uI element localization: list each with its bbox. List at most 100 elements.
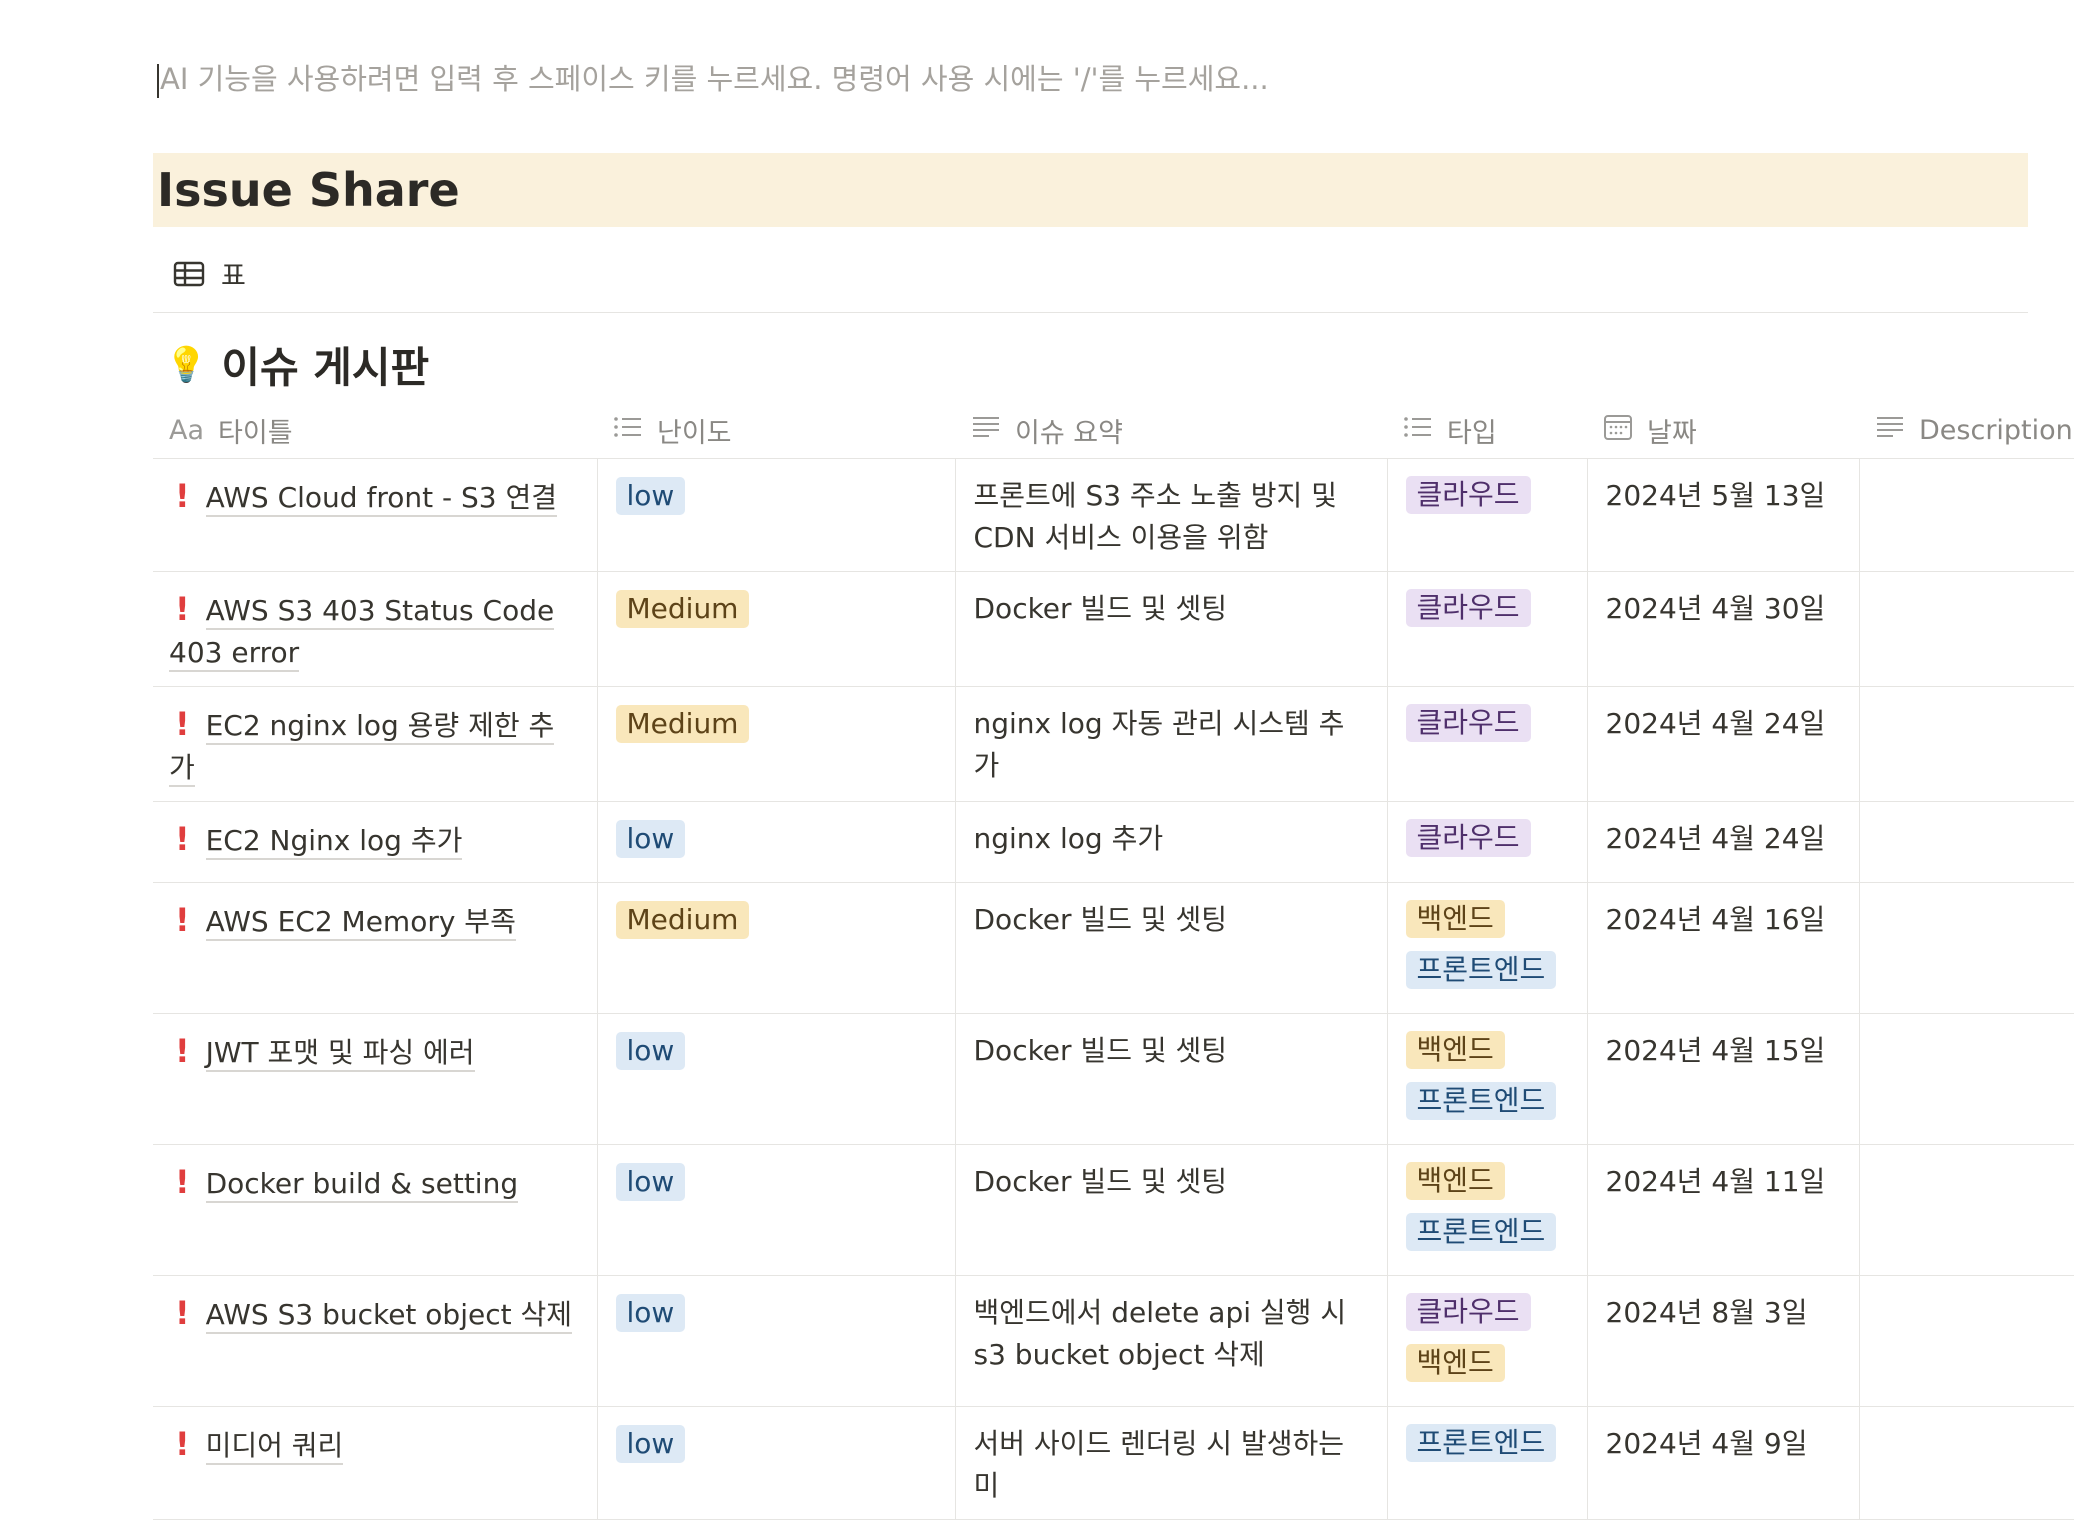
table-row[interactable]: ! EC2 Nginx log 추가 low nginx log 추가 클라우드 2024… [153,801,2074,883]
cell-summary[interactable]: Docker 빌드 및 셋팅 [955,882,1388,1014]
cell-type[interactable]: 프론트엔드 [1387,1406,1588,1520]
type-tags: 클라우드 [1405,588,1569,639]
cell-date[interactable]: 2024년 8월 3일 [1587,1275,1860,1407]
column-header-title[interactable]: Aa 타이틀 [153,402,597,459]
difficulty-tag: Medium [615,901,750,939]
cell-difficulty[interactable]: Medium [597,882,956,1014]
cell-description[interactable] [1859,1275,2074,1407]
table-row[interactable]: ! EC2 nginx log 용량 제한 추가 Medium nginx log 자… [153,686,2074,802]
text-lines-icon [971,415,1001,446]
column-header-description[interactable]: Description [1859,402,2074,459]
cell-title[interactable]: ! JWT 포맷 및 파싱 에러 [153,1013,598,1145]
row-title-link[interactable]: EC2 Nginx log 추가 [205,824,463,860]
cell-date[interactable]: 2024년 4월 9일 [1587,1406,1860,1520]
cell-description[interactable] [1859,458,2074,572]
cell-difficulty[interactable]: low [597,1275,956,1407]
cell-difficulty[interactable]: Medium [597,686,956,802]
cell-type[interactable]: 백엔드 프론트엔드 [1387,1013,1588,1145]
cell-summary[interactable]: Docker 빌드 및 셋팅 [955,1144,1388,1276]
row-title-link[interactable]: EC2 nginx log 용량 제한 추가 [169,709,555,787]
view-tab-table[interactable]: 표 [173,254,246,293]
page-title[interactable]: Issue Share [157,163,460,217]
cell-date[interactable]: 2024년 4월 30일 [1587,571,1860,687]
cell-date[interactable]: 2024년 4월 24일 [1587,686,1860,802]
cell-description[interactable] [1859,882,2074,1014]
row-title-link[interactable]: Docker build & setting [205,1167,519,1203]
table-row[interactable]: ! JWT 포맷 및 파싱 에러 low Docker 빌드 및 셋팅 백엔드 프론트엔드… [153,1013,2074,1145]
table-header-row: Aa 타이틀 난이도 이슈 요약 타입 날짜 Description [153,402,2074,459]
table-row[interactable]: ! AWS S3 bucket object 삭제 low 백엔드에서 delete … [153,1275,2074,1407]
cell-type[interactable]: 백엔드 프론트엔드 [1387,882,1588,1014]
row-title-link[interactable]: 미디어 쿼리 [205,1429,344,1465]
cell-title[interactable]: ! EC2 nginx log 용량 제한 추가 [153,686,598,802]
cell-summary[interactable]: Docker 빌드 및 셋팅 [955,571,1388,687]
row-title-link[interactable]: AWS S3 403 Status Code 403 error [169,594,555,672]
database-title-text[interactable]: 이슈 게시판 [221,334,429,395]
row-title-link[interactable]: AWS EC2 Memory 부족 [205,905,516,941]
table-body: ! AWS Cloud front - S3 연결 low 프론트에 S3 주소 노출… [153,458,2074,1520]
type-tag: 프론트엔드 [1405,1213,1557,1251]
ai-command-hint[interactable]: AI 기능을 사용하려면 입력 후 스페이스 키를 누르세요. 명령어 사용 시… [157,56,1269,98]
exclamation-icon: ! [175,705,190,743]
cell-description[interactable] [1859,571,2074,687]
cell-difficulty[interactable]: low [597,1144,956,1276]
type-tags: 클라우드 백엔드 [1405,1292,1569,1394]
cell-date[interactable]: 2024년 4월 24일 [1587,801,1860,883]
cell-summary[interactable]: 백엔드에서 delete api 실행 시 s3 bucket object 삭… [955,1275,1388,1407]
exclamation-icon: ! [175,590,190,628]
cell-title[interactable]: ! EC2 Nginx log 추가 [153,801,598,883]
column-header-difficulty[interactable]: 난이도 [597,402,955,459]
cell-description[interactable] [1859,801,2074,883]
cell-type[interactable]: 클라우드 [1387,571,1588,687]
cell-summary[interactable]: nginx log 추가 [955,801,1388,883]
cell-description[interactable] [1859,686,2074,802]
cell-difficulty[interactable]: low [597,801,956,883]
cell-title[interactable]: ! AWS EC2 Memory 부족 [153,882,598,1014]
cell-date[interactable]: 2024년 4월 16일 [1587,882,1860,1014]
database-title: 💡 이슈 게시판 [165,334,429,395]
type-tag: 백엔드 [1405,1344,1505,1382]
table-row[interactable]: ! AWS EC2 Memory 부족 Medium Docker 빌드 및 셋팅 백엔… [153,882,2074,1014]
row-title-link[interactable]: AWS Cloud front - S3 연결 [205,481,557,517]
table-row[interactable]: ! AWS Cloud front - S3 연결 low 프론트에 S3 주소 노출… [153,458,2074,572]
table-row[interactable]: ! 미디어 쿼리 low 서버 사이드 렌더링 시 발생하는 미 프론트엔드 2024년 … [153,1406,2074,1520]
column-header-type[interactable]: 타입 [1387,402,1587,459]
cell-date[interactable]: 2024년 4월 15일 [1587,1013,1860,1145]
exclamation-icon: ! [175,1425,190,1463]
cell-difficulty[interactable]: Medium [597,571,956,687]
cell-date[interactable]: 2024년 5월 13일 [1587,458,1860,572]
cell-type[interactable]: 클라우드 백엔드 [1387,1275,1588,1407]
page-title-banner: Issue Share [153,153,2028,227]
cell-description[interactable] [1859,1013,2074,1145]
type-tag: 클라우드 [1405,704,1531,742]
cell-title[interactable]: ! AWS Cloud front - S3 연결 [153,458,598,572]
type-tag: 백엔드 [1405,1162,1505,1200]
table-row[interactable]: ! AWS S3 403 Status Code 403 error Medium D… [153,571,2074,687]
cell-title[interactable]: ! AWS S3 403 Status Code 403 error [153,571,598,687]
cell-type[interactable]: 클라우드 [1387,801,1588,883]
column-header-summary[interactable]: 이슈 요약 [955,402,1387,459]
cell-description[interactable] [1859,1144,2074,1276]
cell-type[interactable]: 클라우드 [1387,686,1588,802]
cell-summary[interactable]: 서버 사이드 렌더링 시 발생하는 미 [955,1406,1388,1520]
row-title-link[interactable]: JWT 포맷 및 파싱 에러 [205,1036,475,1072]
cell-type[interactable]: 백엔드프론트엔드 [1387,1144,1588,1276]
cell-difficulty[interactable]: low [597,1013,956,1145]
column-header-date[interactable]: 날짜 [1587,402,1859,459]
type-tags: 프론트엔드 [1405,1423,1569,1474]
cell-difficulty[interactable]: low [597,1406,956,1520]
cell-date[interactable]: 2024년 4월 11일 [1587,1144,1860,1276]
cell-description[interactable] [1859,1406,2074,1520]
cell-summary[interactable]: nginx log 자동 관리 시스템 추가 [955,686,1388,802]
cell-type[interactable]: 클라우드 [1387,458,1588,572]
cell-summary[interactable]: 프론트에 S3 주소 노출 방지 및 CDN 서비스 이용을 위함 [955,458,1388,572]
cell-summary[interactable]: Docker 빌드 및 셋팅 [955,1013,1388,1145]
table-row[interactable]: ! Docker build & setting low Docker 빌드 및 셋팅… [153,1144,2074,1276]
type-tag: 프론트엔드 [1405,951,1557,989]
type-tags: 백엔드 프론트엔드 [1405,899,1569,1001]
row-title-link[interactable]: AWS S3 bucket object 삭제 [205,1298,573,1334]
cell-title[interactable]: ! 미디어 쿼리 [153,1406,598,1520]
cell-difficulty[interactable]: low [597,458,956,572]
cell-title[interactable]: ! AWS S3 bucket object 삭제 [153,1275,598,1407]
cell-title[interactable]: ! Docker build & setting [153,1144,598,1276]
